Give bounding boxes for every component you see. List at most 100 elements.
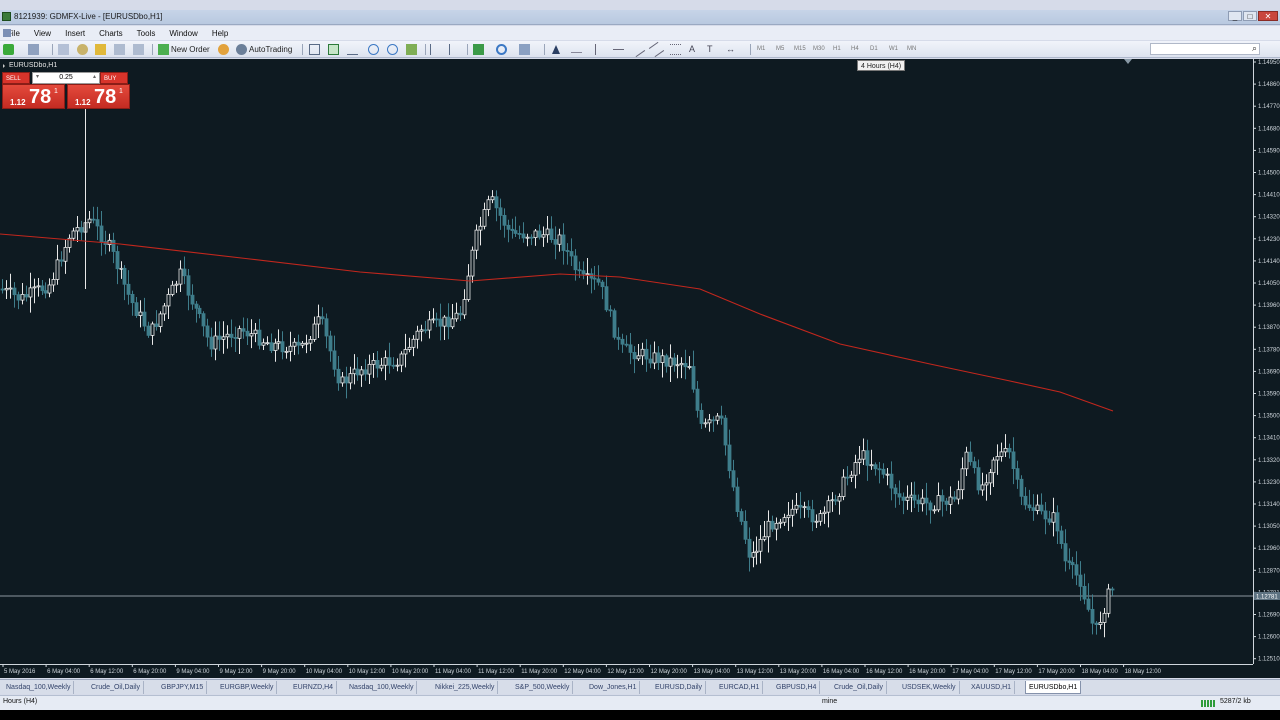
tf-m30[interactable]: M30 xyxy=(813,43,825,56)
chart-tab[interactable]: EURGBP,Weekly xyxy=(217,681,278,694)
tf-h1[interactable]: H1 xyxy=(833,43,841,56)
zoom-out-button[interactable] xyxy=(387,43,400,56)
menu-insert[interactable]: Insert xyxy=(58,29,92,38)
chart-tab[interactable]: EURUSDbo,H1 xyxy=(1025,681,1082,694)
tile-windows-button[interactable] xyxy=(406,43,419,56)
chart-tab[interactable]: EURCAD,H1 xyxy=(716,681,764,694)
menu-window[interactable]: Window xyxy=(162,29,204,38)
candle-body xyxy=(387,357,392,366)
crosshair-tool[interactable] xyxy=(571,43,584,56)
close-button[interactable]: ✕ xyxy=(1258,11,1278,21)
line-chart-button[interactable] xyxy=(347,43,360,56)
lot-increase-icon[interactable]: ▴ xyxy=(93,72,96,82)
text-tool[interactable]: A xyxy=(689,43,702,56)
menu-tools[interactable]: Tools xyxy=(130,29,163,38)
buy-price-big: 78 xyxy=(94,86,117,108)
new-order-button[interactable]: New Order xyxy=(158,43,210,56)
candle-body xyxy=(51,279,56,286)
new-chart-button[interactable] xyxy=(3,43,16,56)
zoom-in-button[interactable] xyxy=(368,43,381,56)
candle-body xyxy=(956,489,961,500)
chart-tab[interactable]: EURUSD,Daily xyxy=(652,681,707,694)
navigator-button[interactable] xyxy=(77,43,90,56)
vertical-line-tool[interactable] xyxy=(595,43,598,56)
time-label: 12 May 20:00 xyxy=(651,669,688,675)
market-watch-button[interactable] xyxy=(58,43,71,56)
tf-mn[interactable]: MN xyxy=(907,43,916,56)
candle-body xyxy=(924,497,929,504)
terminal-button[interactable] xyxy=(114,43,127,56)
tf-d1[interactable]: D1 xyxy=(870,43,878,56)
sell-price[interactable]: 1.12 78 1 xyxy=(2,84,65,109)
chart-tab[interactable]: XAUUSD,H1 xyxy=(968,681,1016,694)
indicators-button[interactable] xyxy=(473,43,486,56)
chart-tab[interactable]: Crude_Oil,Daily xyxy=(88,681,145,694)
chart-symbol-label: EURUSDbo,H1 xyxy=(2,62,58,69)
tester-button[interactable] xyxy=(133,43,146,56)
lot-decrease-icon[interactable]: ▾ xyxy=(36,72,39,82)
maximize-button[interactable]: □ xyxy=(1243,11,1257,21)
horizontal-line-tool[interactable] xyxy=(613,43,626,56)
templates-button[interactable] xyxy=(519,43,532,56)
cursor-tool[interactable] xyxy=(552,43,562,56)
candle-body xyxy=(249,333,254,337)
candle-body xyxy=(280,341,285,353)
autotrading-button[interactable]: AutoTrading xyxy=(236,43,292,56)
candle-body xyxy=(186,275,191,296)
expert-button[interactable] xyxy=(218,43,231,56)
candle-body xyxy=(454,312,459,320)
chart-tab[interactable]: Nikkei_225,Weekly xyxy=(432,681,499,694)
chart-canvas: 1.14950 1.14860 1.14770 1.14680 1.14590 1.145… xyxy=(0,59,1280,675)
candle-body xyxy=(190,294,195,305)
status-help-text: Hours (H4) xyxy=(3,698,38,705)
label-tool[interactable]: T xyxy=(707,43,720,56)
price-chart[interactable]: 1.14950 1.14860 1.14770 1.14680 1.14590 1.145… xyxy=(0,59,1280,678)
tf-h4[interactable]: H4 xyxy=(851,43,859,56)
chart-shift-button[interactable] xyxy=(449,43,462,56)
candlestick-button[interactable] xyxy=(328,43,341,56)
minimize-button[interactable]: _ xyxy=(1228,11,1242,21)
candle-body xyxy=(877,468,882,471)
fibonacci-tool[interactable] xyxy=(670,43,683,56)
trendline-tool[interactable] xyxy=(629,42,646,58)
menu-charts[interactable]: Charts xyxy=(92,29,130,38)
buy-price[interactable]: 1.12 78 1 xyxy=(67,84,130,109)
profiles-button[interactable] xyxy=(28,43,41,56)
candle-body xyxy=(142,311,147,327)
tf-m1[interactable]: M1 xyxy=(757,43,765,56)
search-input[interactable]: ⌕ xyxy=(1150,43,1260,55)
candle-body xyxy=(237,328,242,339)
tf-w1[interactable]: W1 xyxy=(889,43,898,56)
chart-tab[interactable]: GBPJPY,M15 xyxy=(158,681,208,694)
candle-body xyxy=(0,288,5,291)
candle-body xyxy=(498,207,503,216)
chart-tab[interactable]: USDSEK,Weekly xyxy=(899,681,960,694)
candle-body xyxy=(581,270,586,275)
autoscroll-button[interactable] xyxy=(430,43,443,56)
candle-body xyxy=(853,462,858,476)
channel-tool[interactable] xyxy=(648,42,665,58)
sell-button[interactable]: SELL xyxy=(2,72,30,84)
periods-button[interactable] xyxy=(496,43,509,56)
candle-body xyxy=(632,352,637,360)
chart-tab[interactable]: Nasdaq_100,Weekly xyxy=(3,681,75,694)
bar-chart-button[interactable] xyxy=(309,43,322,56)
menu-help[interactable]: Help xyxy=(205,29,235,38)
candle-body xyxy=(541,234,546,238)
chart-tab[interactable]: GBPUSD,H4 xyxy=(773,681,821,694)
chart-tab[interactable]: Crude_Oil,Daily xyxy=(831,681,888,694)
buy-button[interactable]: BUY xyxy=(100,72,128,84)
time-label: 18 May 12:00 xyxy=(1125,669,1162,675)
menu-view[interactable]: View xyxy=(27,29,58,38)
arrows-tool[interactable]: ↔ xyxy=(726,43,739,56)
tf-m15[interactable]: M15 xyxy=(794,43,806,56)
chart-tab[interactable]: Dow_Jones,H1 xyxy=(586,681,641,694)
lot-size-input[interactable]: ▾ 0.25 ▴ xyxy=(32,72,100,84)
chart-tab[interactable]: Nasdaq_100,Weekly xyxy=(346,681,418,694)
chart-tab[interactable]: EURNZD,H4 xyxy=(290,681,338,694)
chart-tab[interactable]: S&P_500,Weekly xyxy=(512,681,574,694)
data-window-button[interactable] xyxy=(95,43,108,56)
candle-body xyxy=(12,287,17,296)
candle-body xyxy=(59,259,64,262)
tf-m5[interactable]: M5 xyxy=(776,43,784,56)
